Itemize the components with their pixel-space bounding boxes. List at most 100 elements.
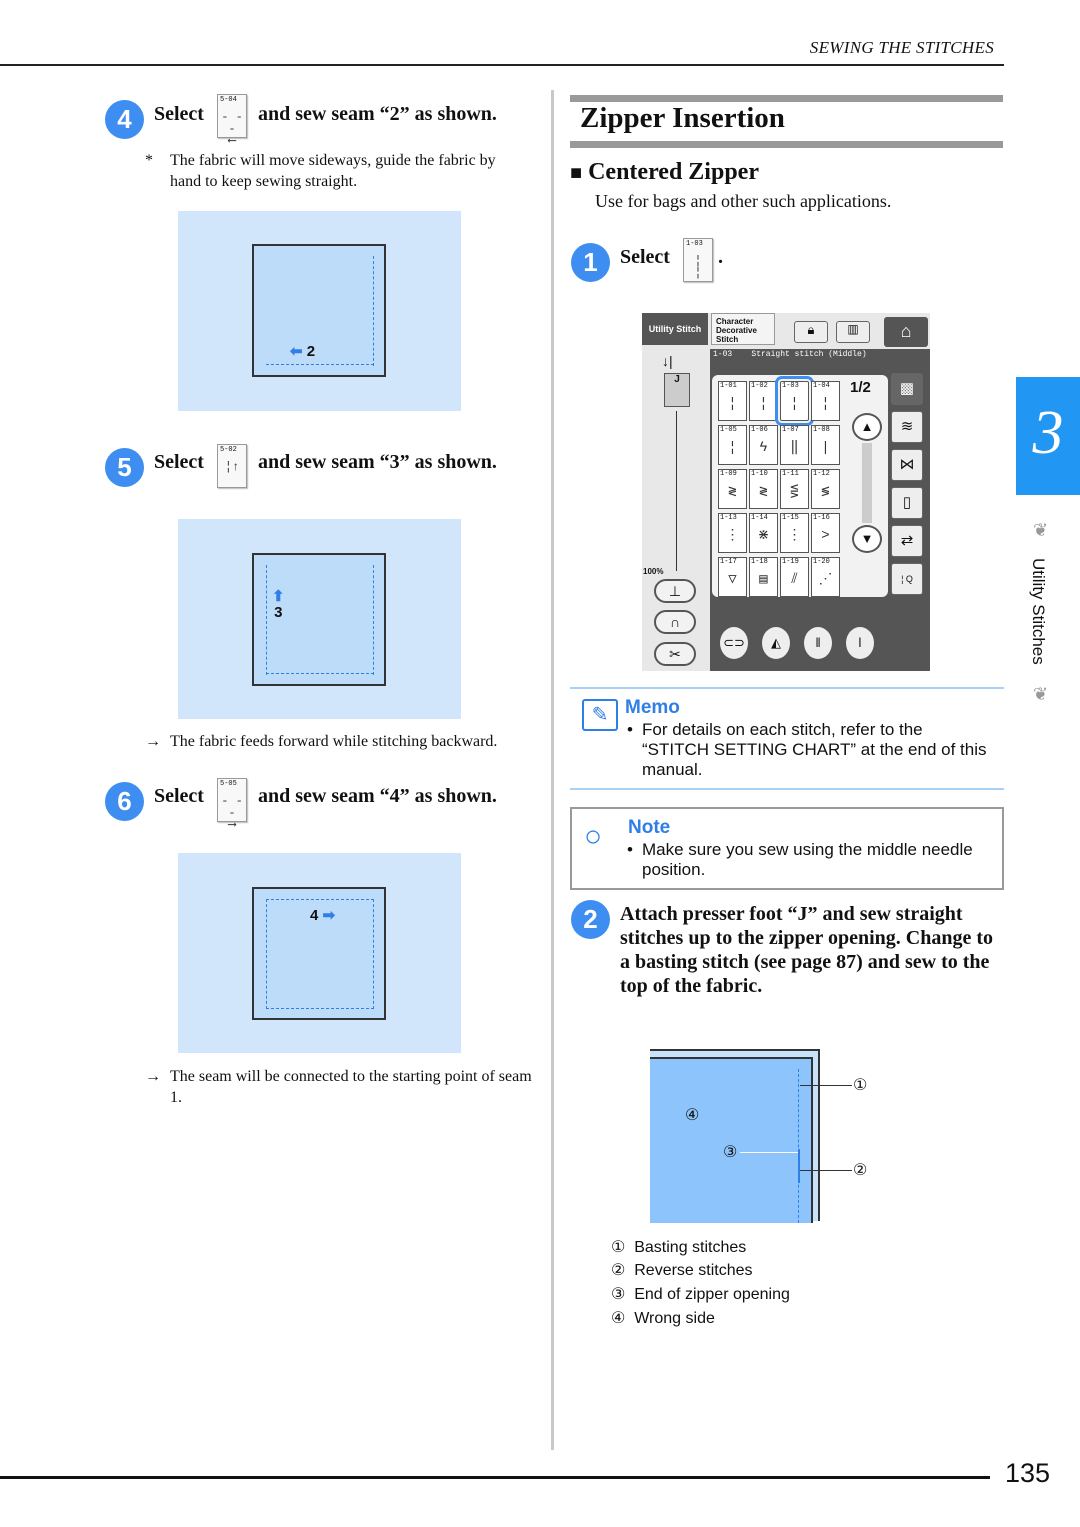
scroll-down-button[interactable]: ▼ [852, 525, 882, 553]
ornament-icon: ❦ [1033, 684, 1049, 704]
chapter-tab[interactable]: 3 [1016, 377, 1080, 495]
stitch-pattern-icon: ≶ [821, 484, 830, 500]
stitch-code: 1-08 [813, 426, 830, 434]
needle-position-icon[interactable]: ‖ [802, 625, 834, 661]
manual-icon[interactable]: ▥ [836, 321, 870, 343]
seam-label: 2 [306, 343, 316, 360]
stitch-cell-1-17[interactable]: 1-17 ▽ [718, 557, 747, 597]
stitch-code: 1-18 [751, 558, 768, 566]
stitch-pattern-icon: ¦ [821, 396, 830, 412]
stitch-code: 1-01 [720, 382, 737, 390]
scrollbar[interactable] [862, 443, 872, 523]
step-number: 6 [105, 782, 144, 821]
home-icon[interactable]: ⌂ [884, 317, 928, 347]
chapter-label: Utility Stitches [1029, 558, 1048, 665]
scroll-up-button[interactable]: ▲ [852, 413, 882, 441]
stitch-cell-1-15[interactable]: 1-15 ⋮ [780, 513, 809, 553]
stitch-pattern-icon: ¦ [728, 396, 737, 412]
note-text: Make sure you sew using the middle needl… [642, 840, 973, 879]
step-number: 1 [571, 243, 610, 282]
stitch-code: 1-17 [720, 558, 737, 566]
right-arrow-icon: - - - ⟶ [221, 794, 243, 832]
step-text: and sew seam “3” as shown. [258, 451, 497, 473]
seam-label: 4 [310, 907, 319, 924]
machine-screen: Utility Stitch Character Decorative Stit… [642, 313, 930, 671]
stitch-cell-1-20[interactable]: 1-20 ⋰ [811, 557, 840, 597]
memo-title: Memo [625, 697, 680, 718]
straight-stitch-icon: ¦ ¦ [694, 254, 702, 280]
twin-needle-icon[interactable]: ⊂⊃ [718, 625, 750, 661]
multidirection-category-icon[interactable]: ⇄ [891, 525, 923, 557]
scissors-icon[interactable]: ✂ [654, 642, 696, 666]
legend-item: ③ End of zipper opening [611, 1284, 790, 1304]
stitch-cell-1-11[interactable]: 1-11 ⋚ [780, 469, 809, 509]
lock-icon[interactable]: 🔒︎ [794, 321, 828, 343]
stitch-cell-1-16[interactable]: 1-16 > [811, 513, 840, 553]
stitch-code: 1-19 [782, 558, 799, 566]
reverse-button[interactable]: ∩ [654, 610, 696, 634]
legend-item: ① Basting stitches [611, 1237, 746, 1257]
square-bullet-icon: ■ [570, 162, 583, 184]
stitch-cell-1-06[interactable]: 1-06 ϟ [749, 425, 778, 465]
tab-character-decorative[interactable]: Character Decorative Stitch [711, 313, 775, 345]
stitch-width-icon[interactable]: ǀ [844, 625, 876, 661]
legend-mark: ① [611, 1239, 626, 1256]
step-number: 4 [105, 100, 144, 139]
stitch-cell-1-14[interactable]: 1-14 ⋇ [749, 513, 778, 553]
step-number: 5 [105, 448, 144, 487]
zipper-diagram: ① ② ③ ④ [650, 1049, 867, 1223]
intro-text: Use for bags and other such applications… [595, 191, 892, 211]
utility-category-icon[interactable]: ▩ [891, 373, 923, 405]
seam-2-diagram: ⬅ 2 [178, 211, 461, 411]
memo-rule-bottom [570, 788, 1004, 790]
step-text: and sew seam “4” as shown. [258, 785, 497, 807]
legend-label: Wrong side [634, 1310, 715, 1327]
note-text: The fabric will move sideways, guide the… [170, 152, 496, 190]
title-bar-bottom [570, 141, 1003, 148]
callout-4: ④ [685, 1107, 700, 1124]
legend-label: End of zipper opening [634, 1286, 790, 1303]
stitch-cell-1-10[interactable]: 1-10 ≷ [749, 469, 778, 509]
page-title: Zipper Insertion [580, 102, 785, 134]
stitch-key-5-02[interactable]: 5-02 ¦↑ [217, 444, 247, 488]
note-title: Note [628, 817, 671, 838]
legend-mark: ④ [611, 1310, 626, 1327]
legend-label: Reverse stitches [634, 1262, 753, 1279]
stitch-cell-1-05[interactable]: 1-05 ¦ [718, 425, 747, 465]
memo-pencil-icon: ✎ [582, 699, 618, 731]
buttonhole-category-icon[interactable]: ▯ [891, 487, 923, 519]
stitch-pattern-icon: ‖ [790, 440, 799, 456]
stitch-cell-1-04[interactable]: 1-04 ¦ [811, 381, 840, 421]
stitch-cell-1-02[interactable]: 1-02 ¦ [749, 381, 778, 421]
stitch-pattern-icon: ⋮ [787, 528, 802, 544]
stitch-cell-1-09[interactable]: 1-09 ≷ [718, 469, 747, 509]
bullet: • [627, 840, 633, 859]
stitch-code: 1-03 [782, 382, 799, 390]
tab-utility-stitch[interactable]: Utility Stitch [642, 313, 708, 345]
stitch-key-1-03[interactable]: 1-03 ¦ ¦ [683, 238, 713, 282]
stitch-cell-1-07[interactable]: 1-07 ‖ [780, 425, 809, 465]
stitch-cell-1-01[interactable]: 1-01 ¦ [718, 381, 747, 421]
bullet: • [627, 720, 633, 739]
ornament-icon: ❦ [1033, 520, 1049, 540]
stitch-cell-1-18[interactable]: 1-18 ▤ [749, 557, 778, 597]
stitch-key-5-04[interactable]: 5-04 - - - ⟵ [217, 94, 247, 147]
stitch-cell-1-08[interactable]: 1-08 | [811, 425, 840, 465]
stitch-cell-1-19[interactable]: 1-19 ⫽ [780, 557, 809, 597]
stitch-pattern-icon: ¦ [728, 440, 737, 456]
presser-foot-lift-button[interactable]: ⊥ [654, 579, 696, 603]
seam-3-diagram: ⬆ 3 [178, 519, 461, 719]
selected-code: 1-03 [713, 350, 733, 359]
stitch-cell-1-03[interactable]: 1-03 ¦ [775, 376, 814, 426]
stitch-cell-1-13[interactable]: 1-13 ⋮ [718, 513, 747, 553]
stitch-pattern-icon: ¦ [759, 396, 768, 412]
reverse-arrow-icon: - - - ⟵ [221, 110, 243, 148]
satin-category-icon[interactable]: ⋈ [891, 449, 923, 481]
seam-label: 3 [274, 604, 283, 621]
mirror-icon[interactable]: ◭ [760, 625, 792, 661]
stitch-cell-1-12[interactable]: 1-12 ≶ [811, 469, 840, 509]
lightbulb-icon: ○ [584, 820, 603, 853]
stitch-key-5-05[interactable]: 5-05 - - - ⟶ [217, 778, 247, 831]
decorative-category-icon[interactable]: ≋ [891, 411, 923, 443]
quilt-category-icon[interactable]: ¦ Q [891, 563, 923, 595]
